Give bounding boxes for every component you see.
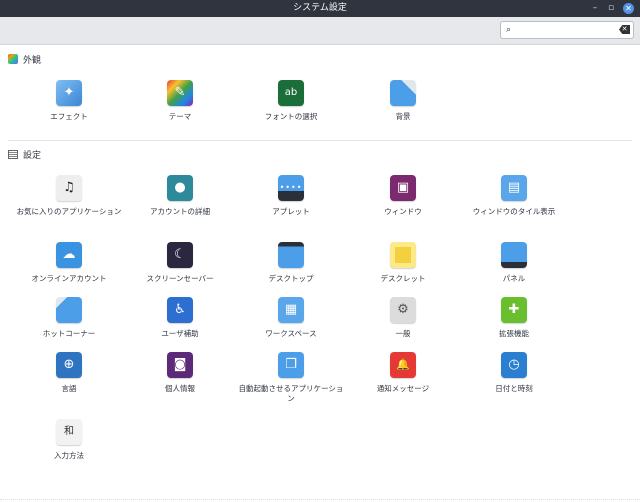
item-font-label: フォントの選択 [264,112,318,121]
item-date-time[interactable]: ◷ 日付と時刻 [459,352,569,394]
item-privacy[interactable]: ◙ 個人情報 [125,352,235,394]
item-privacy-label: 個人情報 [165,384,195,393]
item-windows[interactable]: ▣ ウィンドウ [348,175,458,217]
item-font-selection[interactable]: ab フォントの選択 [236,80,346,122]
item-input-method[interactable]: 和 入力方法 [14,419,124,461]
item-workspaces[interactable]: ▦ ワークスペース [236,297,346,339]
panel-icon [501,242,527,268]
item-desklets[interactable]: デスクレット [348,242,458,284]
item-accessibility-label: ユーザ補助 [161,329,199,338]
header-toolbar: ⌕ ✕ [0,17,640,45]
item-general-label: 一般 [395,329,411,338]
account-icon: ● [167,175,193,201]
item-desktop-label: デスクトップ [268,274,314,283]
search-input[interactable] [519,23,615,37]
title-bar: システム設定 – ▫ ✕ [0,0,640,17]
item-notifications-label: 通知メッセージ [376,384,430,393]
effects-icon: ✦ [56,80,82,106]
hot-corner-icon [56,297,82,323]
item-panel[interactable]: パネル [459,242,569,284]
minimize-button[interactable]: – [589,0,601,17]
item-effects-label: エフェクト [50,112,88,121]
appearance-category-icon [8,54,18,64]
item-window-tiling[interactable]: ▤ ウィンドウのタイル表示 [459,175,569,217]
applets-icon: •••• [278,175,304,201]
preferences-category-icon [8,149,18,159]
item-online-accounts-label: オンラインアカウント [31,274,107,283]
clock-icon: ◷ [501,352,527,378]
moon-icon: ☾ [167,242,193,268]
puzzle-icon: ✚ [501,297,527,323]
item-hot-corners-label: ホットコーナー [42,329,96,338]
sticky-note-icon [390,242,416,268]
globe-icon: ⊕ [56,352,82,378]
item-notifications[interactable]: 🔔 通知メッセージ [348,352,458,394]
themes-icon: ✎ [167,80,193,106]
background-icon [390,80,416,106]
item-themes[interactable]: ✎ テーマ [125,80,235,122]
preferred-apps-icon: ♫ [56,175,82,201]
item-background[interactable]: 背景 [348,80,458,122]
section-divider [8,140,632,141]
toggle-switch-icon: ⚙ [390,297,416,323]
keyboard-kanji-icon: 和 [56,419,82,445]
desktop-icon [278,242,304,268]
item-screensaver-label: スクリーンセーバー [146,274,214,283]
item-panel-label: パネル [502,274,526,283]
item-languages[interactable]: ⊕ 言語 [14,352,124,394]
close-button[interactable]: ✕ [623,3,634,14]
item-account-label: アカウントの詳細 [150,207,210,216]
window-tiling-icon: ▤ [501,175,527,201]
item-date-time-label: 日付と時刻 [495,384,533,393]
search-icon: ⌕ [506,25,512,35]
section-appearance: 外観 [8,52,41,66]
item-desktop[interactable]: デスクトップ [236,242,346,284]
mask-icon: ◙ [167,352,193,378]
section-preferences: 設定 [8,147,41,161]
accessibility-icon: ♿ [167,297,193,323]
item-accessibility[interactable]: ♿ ユーザ補助 [125,297,235,339]
item-extensions-label: 拡張機能 [499,329,529,338]
item-extensions[interactable]: ✚ 拡張機能 [459,297,569,339]
item-applets-label: アプレット [272,207,310,216]
font-icon: ab [278,80,304,106]
item-general[interactable]: ⚙ 一般 [348,297,458,339]
search-box[interactable]: ⌕ ✕ [500,21,634,39]
cloud-icon: ☁ [56,242,82,268]
item-startup-applications[interactable]: ❐ 自動起動させるアプリケーション [236,352,346,404]
maximize-button[interactable]: ▫ [605,0,617,17]
item-windows-label: ウィンドウ [384,207,422,216]
item-effects[interactable]: ✦ エフェクト [14,80,124,122]
item-input-method-label: 入力方法 [54,451,84,460]
item-screensaver[interactable]: ☾ スクリーンセーバー [125,242,235,284]
item-applets[interactable]: •••• アプレット [236,175,346,217]
item-online-accounts[interactable]: ☁ オンラインアカウント [14,242,124,284]
item-account-details[interactable]: ● アカウントの詳細 [125,175,235,217]
bell-icon: 🔔 [390,352,416,378]
section-preferences-label: 設定 [23,150,42,161]
item-desklets-label: デスクレット [380,274,426,283]
section-appearance-label: 外観 [23,55,42,66]
item-workspaces-label: ワークスペース [265,329,317,338]
windows-icon: ▣ [390,175,416,201]
item-preferred-applications[interactable]: ♫ お気に入りのアプリケーション [14,175,124,217]
startup-apps-icon: ❐ [278,352,304,378]
item-window-tiling-label: ウィンドウのタイル表示 [472,207,556,216]
item-startup-apps-label: 自動起動させるアプリケーション [238,384,344,403]
clear-search-icon[interactable]: ✕ [619,25,630,34]
item-preferred-apps-label: お気に入りのアプリケーション [16,207,122,216]
workspaces-icon: ▦ [278,297,304,323]
window-title: システム設定 [293,3,347,13]
item-languages-label: 言語 [61,384,77,393]
item-background-label: 背景 [395,112,411,121]
item-themes-label: テーマ [168,112,192,121]
item-hot-corners[interactable]: ホットコーナー [14,297,124,339]
